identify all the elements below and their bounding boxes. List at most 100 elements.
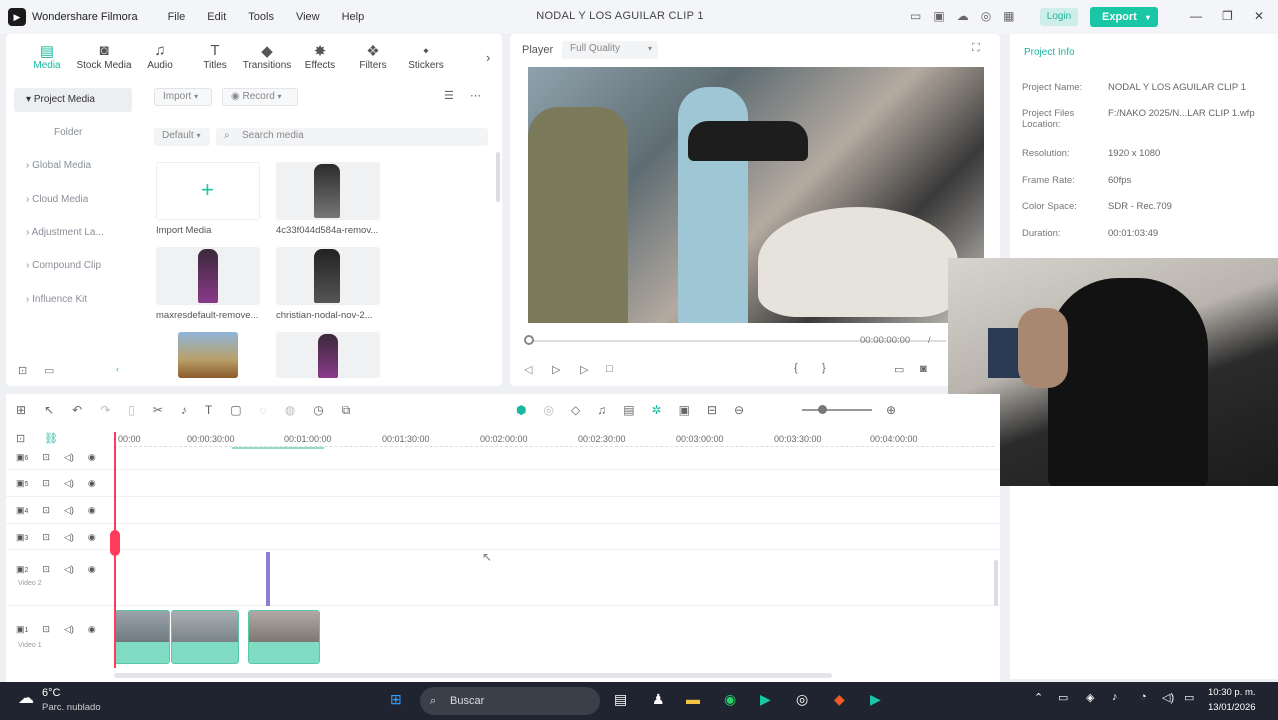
folder-icon[interactable]: ▭ — [44, 364, 54, 377]
camera-icon[interactable]: ◙ — [920, 363, 927, 375]
login-button[interactable]: Login — [1040, 8, 1078, 26]
task-view-icon[interactable]: ▤ — [614, 691, 627, 708]
chevron-up-icon[interactable]: ⌃ — [1034, 691, 1043, 704]
snap-icon[interactable]: ✲ — [652, 403, 662, 417]
vertical-scrollbar[interactable] — [994, 560, 998, 606]
eye-icon[interactable]: ◉ — [88, 532, 96, 543]
sidebar-item-folder[interactable]: Folder — [14, 121, 132, 145]
sidebar-item-influence-kit[interactable]: › Influence Kit — [14, 288, 132, 312]
text-icon[interactable]: T — [205, 403, 212, 418]
import-dropdown[interactable]: Import ▾ — [154, 88, 212, 106]
eye-icon[interactable]: ◉ — [88, 452, 96, 463]
seek-handle[interactable] — [524, 335, 534, 345]
speaker-icon[interactable]: ◁) — [64, 478, 74, 489]
layout-icon[interactable]: ⊞ — [16, 403, 26, 418]
microphone-icon[interactable]: ♪ — [1112, 691, 1118, 703]
export-button[interactable]: Export ▾ — [1090, 7, 1158, 27]
sidebar-item-adjustment-layer[interactable]: › Adjustment La... — [14, 221, 132, 245]
render-icon[interactable]: ⬢ — [516, 403, 526, 417]
eye-icon[interactable]: ◉ — [88, 478, 96, 489]
folder-icon[interactable]: ⊡ — [42, 564, 50, 575]
whatsapp-icon[interactable]: ◉ — [724, 691, 736, 708]
media-thumb[interactable] — [276, 332, 380, 378]
pip-icon[interactable]: ▣ — [679, 403, 690, 417]
menu-help[interactable]: Help — [342, 11, 365, 23]
more-icon[interactable]: ⋯ — [470, 89, 481, 102]
sidebar-item-project-media[interactable]: ▾ Project Media — [14, 88, 132, 112]
scrollbar[interactable] — [496, 152, 500, 202]
minimize-icon[interactable]: — — [1190, 9, 1202, 23]
snapshot-icon[interactable]: ⛶ — [972, 42, 980, 55]
app-icon[interactable]: ♟ — [652, 691, 665, 708]
clock-time[interactable]: 10:30 p. m. — [1208, 687, 1256, 698]
menu-view[interactable]: View — [296, 11, 320, 23]
grid-icon[interactable]: ▦ — [1003, 9, 1014, 23]
mask-icon[interactable]: ◌ — [260, 403, 267, 418]
sidebar-item-cloud-media[interactable]: › Cloud Media — [14, 188, 132, 212]
select-tool-icon[interactable]: ↖ — [44, 403, 54, 418]
tab-transitions[interactable]: ◆ Transitions — [242, 42, 292, 71]
chrome-icon[interactable]: ◎ — [796, 691, 808, 708]
speed-icon[interactable]: ◷ — [313, 403, 323, 418]
speaker-icon[interactable]: ◁) — [64, 532, 74, 543]
folder-icon[interactable]: ⊡ — [42, 624, 50, 635]
mark-out-icon[interactable]: } — [822, 362, 826, 374]
crop-icon[interactable]: ▢ — [230, 403, 241, 418]
speaker-icon[interactable]: ◁) — [64, 505, 74, 516]
tab-audio[interactable]: ♫ Audio — [144, 42, 176, 71]
mark-in-icon[interactable]: { — [794, 362, 798, 374]
media-thumb[interactable] — [156, 247, 260, 305]
battery-icon[interactable]: ▭ — [1184, 691, 1194, 704]
folder-icon[interactable]: ⊡ — [42, 452, 50, 463]
speaker-icon[interactable]: ◁) — [64, 564, 74, 575]
quality-dropdown[interactable]: Full Quality ▾ — [562, 41, 658, 59]
menu-edit[interactable]: Edit — [207, 11, 226, 23]
wifi-icon[interactable]: ◔ — [1140, 691, 1147, 703]
add-track-icon[interactable]: ⊡ — [16, 432, 25, 445]
sidebar-item-global-media[interactable]: › Global Media — [14, 154, 132, 178]
undo-icon[interactable]: ↶ — [72, 403, 82, 418]
folder-icon[interactable]: ⊡ — [42, 505, 50, 516]
filmora-active-icon[interactable]: ▶ — [870, 691, 881, 708]
eye-icon[interactable]: ◉ — [88, 564, 96, 575]
folder-icon[interactable]: ⊡ — [42, 478, 50, 489]
cut-icon[interactable]: ✂ — [153, 403, 163, 418]
video-preview[interactable] — [528, 67, 984, 323]
fit-icon[interactable]: ⊟ — [707, 403, 717, 417]
chevron-right-icon[interactable]: › — [486, 50, 490, 65]
delete-icon[interactable]: ▯ — [128, 403, 135, 418]
video-clip[interactable] — [114, 610, 170, 664]
voiceover-icon[interactable]: ▤ — [623, 403, 634, 417]
redo-icon[interactable]: ↷ — [100, 403, 110, 418]
brave-icon[interactable]: ◆ — [834, 691, 845, 708]
search-input[interactable]: ⌕ Search media — [216, 128, 488, 146]
zoom-in-icon[interactable]: ⊕ — [886, 403, 896, 417]
tab-titles[interactable]: T Titles — [200, 42, 230, 71]
tab-stickers[interactable]: ⬩ Stickers — [408, 42, 444, 71]
windows-start-icon[interactable]: ⊞ — [390, 691, 402, 708]
weather-icon[interactable]: ☁ — [18, 688, 34, 708]
close-icon[interactable]: ✕ — [1254, 9, 1264, 23]
play-icon[interactable]: ▷ — [580, 363, 588, 376]
tab-project-info[interactable]: Project Info — [1024, 47, 1075, 58]
tab-filters[interactable]: ❖ Filters — [358, 42, 388, 71]
import-media-tile[interactable]: + — [156, 162, 260, 220]
speaker-icon[interactable]: ◁) — [64, 624, 74, 635]
volume-icon[interactable]: ◁) — [1162, 691, 1174, 704]
zoom-handle[interactable] — [818, 405, 827, 414]
eye-icon[interactable]: ◉ — [88, 505, 96, 516]
stop-icon[interactable]: □ — [606, 363, 613, 375]
color-icon[interactable]: ◍ — [285, 403, 295, 418]
horizontal-scrollbar[interactable] — [114, 673, 832, 678]
link-icon[interactable]: ⛓ — [44, 432, 58, 445]
record-dropdown[interactable]: ◉ Record ▾ — [222, 88, 298, 106]
video-clip[interactable] — [171, 610, 239, 664]
video-clip[interactable] — [248, 610, 320, 664]
new-folder-icon[interactable]: ⊡ — [18, 364, 27, 377]
monitor-icon[interactable]: ▭ — [910, 9, 921, 23]
save-icon[interactable]: ▣ — [933, 9, 944, 23]
sidebar-item-compound-clip[interactable]: › Compound Clip — [14, 254, 132, 278]
folder-icon[interactable]: ⊡ — [42, 532, 50, 543]
media-thumb[interactable] — [276, 247, 380, 305]
restore-icon[interactable]: ❐ — [1222, 9, 1233, 23]
